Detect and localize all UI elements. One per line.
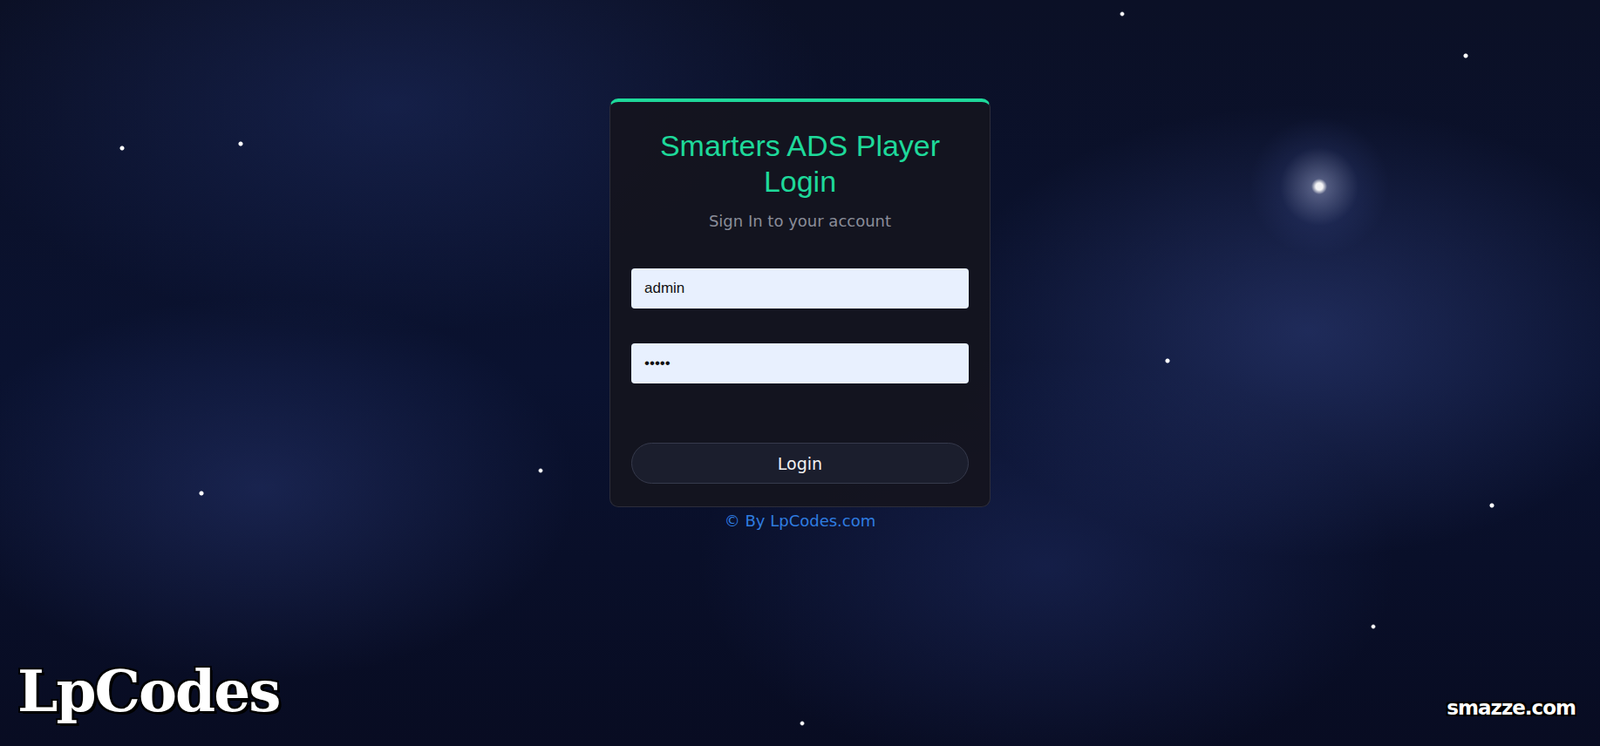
username-input[interactable]: [631, 268, 969, 309]
smazze-watermark: smazze.com: [1446, 698, 1576, 719]
lpcodes-watermark: LpCodes: [17, 662, 280, 721]
login-subtitle: Sign In to your account: [631, 211, 969, 232]
login-button[interactable]: Login: [631, 442, 969, 484]
login-card: Smarters ADS Player Login Sign In to you…: [609, 98, 991, 508]
footer-link[interactable]: © By LpCodes.com: [724, 511, 877, 532]
login-form: [631, 268, 969, 384]
password-input[interactable]: [631, 343, 969, 384]
login-page: Smarters ADS Player Login Sign In to you…: [0, 0, 1600, 746]
login-column: Smarters ADS Player Login Sign In to you…: [0, 0, 1600, 532]
login-title: Smarters ADS Player Login: [631, 128, 969, 200]
